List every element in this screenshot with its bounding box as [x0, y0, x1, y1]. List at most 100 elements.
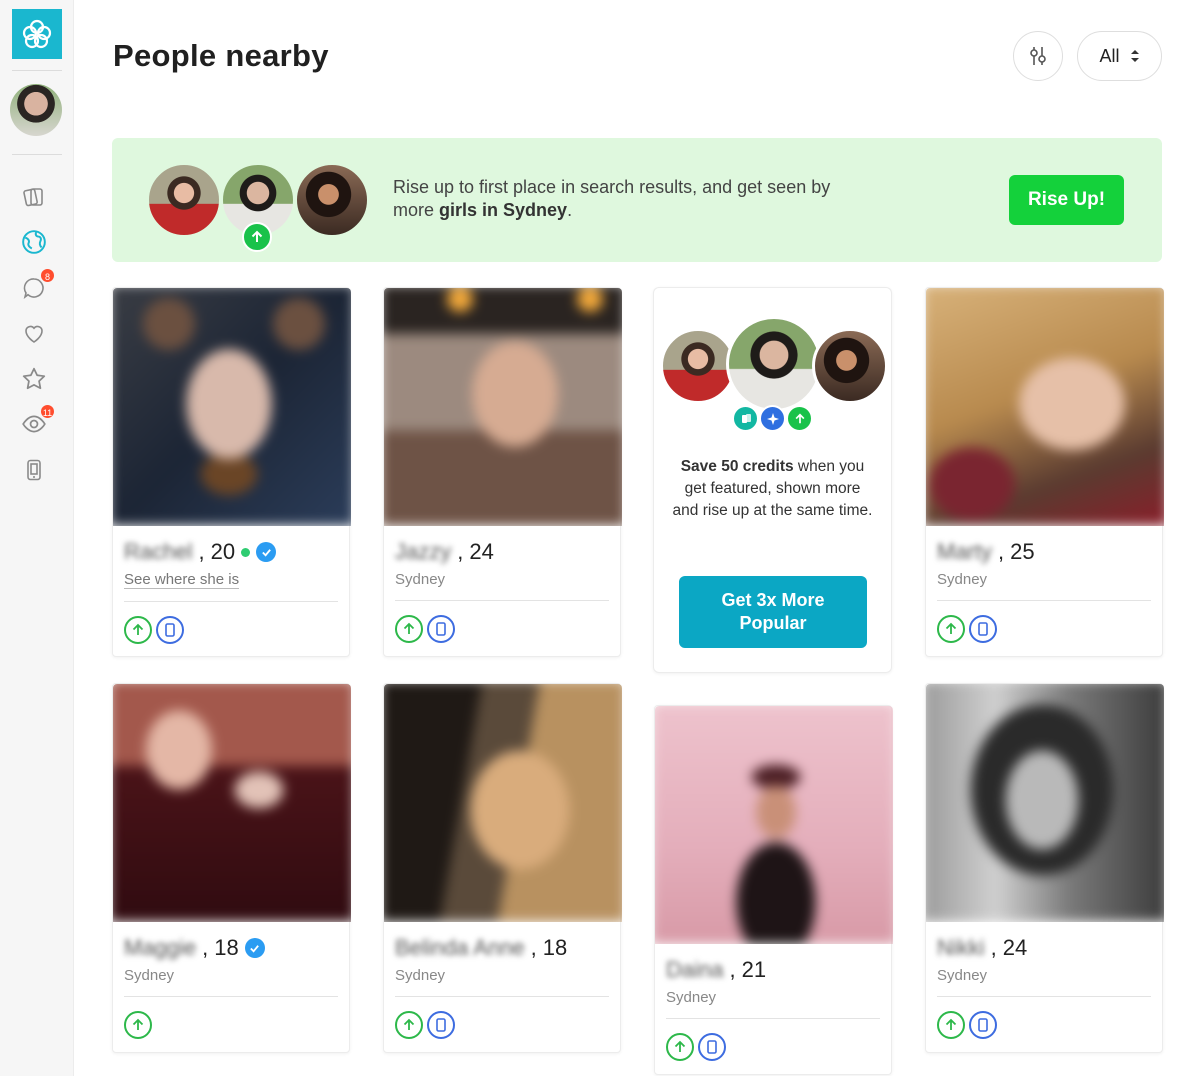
profile-city: Sydney: [937, 571, 988, 588]
rise-up-icon: [124, 616, 152, 644]
profile-name[interactable]: Daina: [666, 957, 723, 983]
promo-avatar: [294, 162, 370, 238]
rise-up-arrow-icon: [242, 222, 272, 252]
gender-filter-select[interactable]: All: [1077, 31, 1162, 81]
rise-up-feature-icon: [786, 405, 813, 432]
profile-age: 18: [214, 935, 239, 960]
profile-name[interactable]: Jazzy: [395, 539, 451, 565]
profile-photo[interactable]: [113, 684, 351, 922]
divider: [666, 1018, 880, 1019]
upsell-text: Save 50 credits when you get featured, s…: [672, 456, 873, 522]
app: 8 11 People nearby All Rise up to first …: [0, 0, 1201, 1076]
profile-card[interactable]: Jazzy, 24 Sydney: [383, 287, 622, 657]
divider: [937, 996, 1151, 997]
profile-card[interactable]: Belinda Anne, 18 Sydney: [383, 683, 622, 1053]
profile-city: Sydney: [666, 989, 717, 1006]
get-more-popular-button[interactable]: Get 3x More Popular: [679, 576, 867, 648]
profile-name[interactable]: Nikki: [937, 935, 985, 961]
profile-card[interactable]: Nikki, 24 Sydney: [925, 683, 1164, 1053]
sort-arrows-icon: [1130, 50, 1139, 62]
sparkle-feature-icon: [759, 405, 786, 432]
rise-up-button[interactable]: Rise Up!: [1009, 175, 1124, 225]
sliders-icon: [1030, 47, 1046, 65]
rise-up-icon: [124, 1011, 152, 1039]
upsell-avatar: [660, 328, 736, 404]
get-featured-upsell-card: Save 50 credits when you get featured, s…: [653, 287, 892, 673]
profile-info: Maggie, 18 Sydney: [124, 934, 338, 1039]
divider: [124, 601, 338, 602]
sidebar-item-people-nearby[interactable]: [20, 228, 48, 256]
verified-icon: [256, 542, 277, 562]
profile-photo[interactable]: [926, 684, 1164, 922]
profile-age: 25: [1010, 539, 1035, 564]
sidebar-item-messages[interactable]: 8: [20, 267, 56, 302]
phone-icon: [27, 459, 41, 481]
cards-icon: [23, 188, 43, 207]
profile-city: Sydney: [395, 967, 446, 984]
sidebar-item-favourites[interactable]: [20, 365, 48, 393]
profile-photo[interactable]: [655, 706, 893, 944]
profile-info: Nikki, 24 Sydney: [937, 934, 1151, 1039]
profile-card[interactable]: Daina, 21 Sydney: [654, 705, 893, 1075]
rise-up-promo-banner: Rise up to first place in search results…: [112, 138, 1162, 262]
upsell-avatar-self: [726, 316, 822, 412]
sidebar: 8 11: [0, 0, 74, 1076]
profile-name[interactable]: Maggie: [124, 935, 196, 961]
profile-info: Jazzy, 24 Sydney: [395, 538, 609, 643]
visitors-badge: 11: [39, 403, 56, 420]
rise-up-icon: [937, 1011, 965, 1039]
profile-name[interactable]: Rachel: [124, 539, 192, 565]
profile-photo[interactable]: [384, 684, 622, 922]
profile-age: 20: [210, 539, 236, 564]
mobile-icon: [427, 1011, 455, 1039]
profile-card[interactable]: Maggie, 18 Sydney: [112, 683, 351, 1053]
divider: [124, 996, 338, 997]
messages-badge: 8: [39, 267, 56, 284]
profile-card[interactable]: Rachel, 20 See where she is: [112, 287, 351, 657]
profile-photo[interactable]: [926, 288, 1164, 526]
profile-age: 24: [1002, 935, 1028, 960]
upsell-text-highlight: Save 50 credits: [680, 458, 794, 475]
profile-info: Rachel, 20 See where she is: [124, 538, 338, 644]
see-where-she-is-link[interactable]: See where she is: [124, 571, 240, 589]
upsell-avatar: [812, 328, 888, 404]
verified-icon: [244, 938, 265, 958]
promo-text-end: .: [567, 200, 573, 220]
profile-info: Marty, 25 Sydney: [937, 538, 1151, 643]
divider: [395, 996, 609, 997]
profile-name[interactable]: Belinda Anne: [395, 935, 525, 961]
mobile-icon: [698, 1033, 726, 1061]
promo-text: Rise up to first place in search results…: [393, 176, 853, 222]
rise-up-icon: [937, 615, 965, 643]
star-icon: [22, 367, 46, 390]
divider: [937, 600, 1151, 601]
rise-up-icon: [666, 1033, 694, 1061]
profile-info: Belinda Anne, 18 Sydney: [395, 934, 609, 1039]
profile-age: 18: [542, 935, 568, 960]
profile-city: Sydney: [937, 967, 988, 984]
profile-photo[interactable]: [384, 288, 622, 526]
app-logo[interactable]: [12, 9, 62, 59]
profile-age: 24: [469, 539, 494, 564]
my-avatar[interactable]: [10, 84, 62, 136]
profile-photo[interactable]: [113, 288, 351, 526]
encounters-feature-icon: [732, 405, 759, 432]
profile-card[interactable]: Marty, 25 Sydney: [925, 287, 1164, 657]
sidebar-divider: [12, 70, 62, 71]
profile-name[interactable]: Marty: [937, 539, 992, 565]
sidebar-item-mobile-app[interactable]: [20, 456, 48, 484]
filter-settings-button[interactable]: [1013, 31, 1063, 81]
profile-city: Sydney: [395, 571, 446, 588]
profile-city: Sydney: [124, 967, 175, 984]
sidebar-item-visitors[interactable]: 11: [20, 403, 56, 438]
sidebar-item-encounters[interactable]: [20, 183, 48, 211]
sidebar-divider: [12, 154, 62, 155]
heart-icon: [25, 325, 43, 343]
online-status-dot: [241, 547, 251, 557]
profile-age: 21: [741, 957, 767, 982]
mobile-icon: [969, 1011, 997, 1039]
flower-icon: [22, 19, 52, 49]
sidebar-item-liked-you[interactable]: [20, 320, 48, 348]
page-title: People nearby: [113, 38, 329, 73]
rise-up-icon: [395, 615, 423, 643]
